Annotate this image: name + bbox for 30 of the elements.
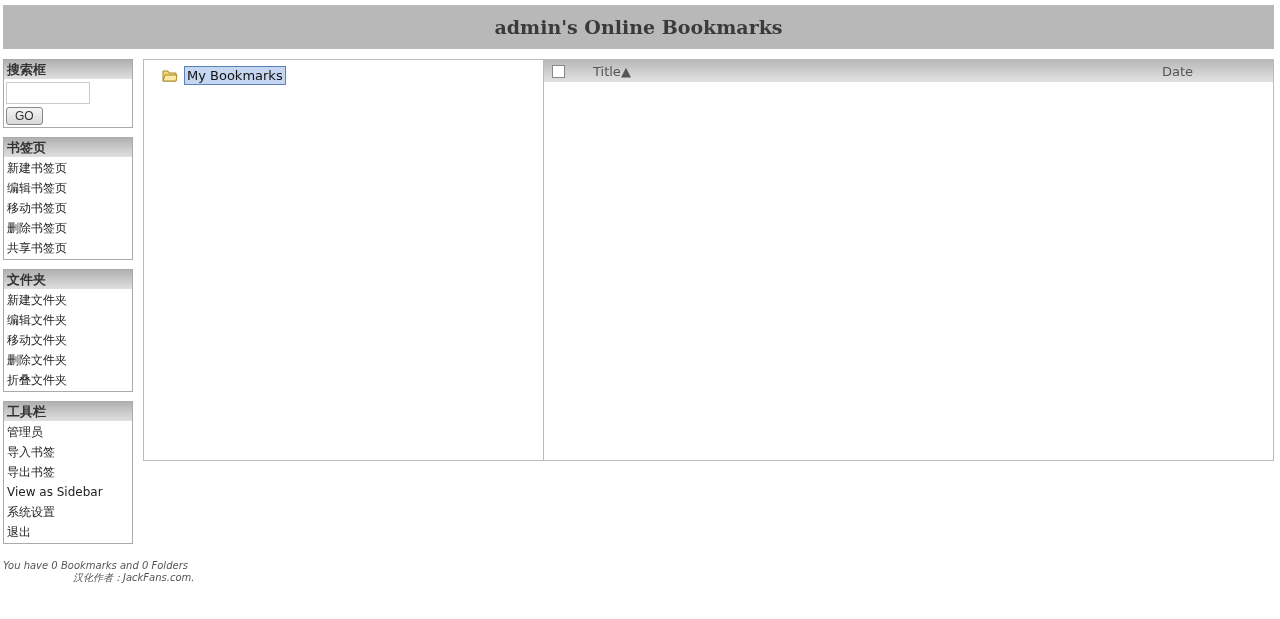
search-field[interactable] — [6, 82, 90, 104]
folder-icon — [162, 69, 178, 82]
page-title: admin's Online Bookmarks — [494, 16, 783, 38]
sidebar-link[interactable]: 系统设置 — [7, 502, 129, 522]
sidebar-link[interactable]: 移动书签页 — [7, 198, 129, 218]
sidebar-link[interactable]: 折叠文件夹 — [7, 370, 129, 390]
sidebar-link[interactable]: 退出 — [7, 522, 129, 542]
sidebar-link[interactable]: 导出书签 — [7, 462, 129, 482]
sidebar-link[interactable]: 删除书签页 — [7, 218, 129, 238]
summary-text: You have 0 Bookmarks and 0 Folders — [3, 560, 189, 571]
sidebar-link[interactable]: 导入书签 — [7, 442, 129, 462]
sidebar-link[interactable]: 删除文件夹 — [7, 350, 129, 370]
sidebar-link[interactable]: 编辑文件夹 — [7, 310, 129, 330]
column-header[interactable]: Date — [1161, 63, 1193, 79]
column-header[interactable]: Title▲ — [593, 63, 1082, 79]
panel-title: 工具栏 — [4, 402, 132, 421]
go-button[interactable]: GO — [6, 107, 43, 125]
sidebar-link[interactable]: 管理员 — [7, 422, 129, 442]
panel-title: 书签页 — [4, 138, 132, 157]
sidebar-link[interactable]: 新建文件夹 — [7, 290, 129, 310]
sidebar-link[interactable]: View as Sidebar — [7, 482, 129, 502]
select-all-checkbox[interactable] — [552, 64, 565, 78]
sidebar-link[interactable]: 共享书签页 — [7, 238, 129, 258]
sidebar-link[interactable]: 新建书签页 — [7, 158, 129, 178]
panel-title: 文件夹 — [4, 270, 132, 289]
folder-label[interactable]: My Bookmarks — [184, 66, 286, 85]
sidebar-link[interactable]: 编辑书签页 — [7, 178, 129, 198]
panel-title: 搜索框 — [4, 60, 132, 79]
credit-text: 汉化作者：JackFans.com. — [73, 571, 196, 585]
sidebar-link[interactable]: 移动文件夹 — [7, 330, 129, 350]
